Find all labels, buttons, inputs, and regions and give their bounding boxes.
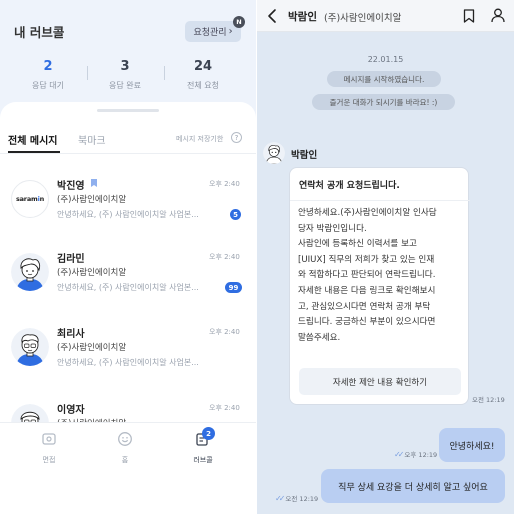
person-avatar — [11, 253, 49, 291]
bubble-title: 연락처 공개 요청드립니다. — [299, 181, 400, 191]
save-period-label: 메시지 저장기한 — [176, 135, 224, 143]
bookmark-flag-icon — [91, 179, 97, 187]
stat-total[interactable]: 24 전체 요청 — [163, 59, 243, 91]
profile-icon[interactable] — [491, 8, 505, 23]
lovecall-inbox-panel: 내 러브콜 요청관리 › N 2 응답 대기 3 응답 완료 24 전체 요청 … — [0, 0, 256, 514]
message-time: 오후 2:40 — [209, 328, 240, 336]
chat-header-name: 박람인 — [288, 11, 317, 23]
nav-interview-label: 면접 — [42, 456, 56, 464]
stat-completed-label: 응답 완료 — [109, 81, 141, 90]
request-manage-label: 요청관리 — [193, 28, 227, 38]
bubble-body: 안녕하세요.(주)사람인에이치알 인사담 당자 박람인입니다. 사람인에 등록하… — [298, 208, 437, 343]
unread-badge: 99 — [225, 282, 242, 293]
nav-home-label: 홈 — [121, 456, 129, 464]
chat-header-company: (주)사람인에이치알 — [324, 13, 402, 24]
message-preview: 안녕하세요, (주) 사람인에이치알 사업본... — [57, 283, 199, 292]
outgoing-message-status: ✓✓ 오전 12:19 — [275, 493, 319, 504]
stat-completed-value: 3 — [120, 59, 130, 74]
stat-total-value: 24 — [193, 59, 213, 74]
help-icon[interactable]: ? — [231, 132, 242, 143]
outgoing-message-bubble: 직무 상세 요강을 더 상세히 알고 싶어요 — [321, 469, 505, 503]
stat-waiting-label: 응답 대기 — [32, 81, 64, 90]
inbox-title: 내 러브콜 — [14, 25, 65, 40]
sender-avatar — [263, 142, 285, 164]
message-time: 오후 2:40 — [209, 180, 240, 188]
view-offer-details-button[interactable]: 자세한 제안 내용 확인하기 — [299, 368, 461, 395]
chat-panel: 박람인 (주)사람인에이치알 22.01.15 메시지를 시작하였습니다. 즐거… — [257, 0, 514, 514]
unread-badge: 5 — [230, 209, 241, 220]
outgoing-message-bubble: 안녕하세요! — [439, 428, 505, 462]
sender-name: 박진영 — [57, 181, 85, 192]
stat-total-label: 전체 요청 — [187, 81, 219, 90]
chevron-right-icon: › — [228, 26, 233, 37]
nav-interview[interactable]: 면접 — [29, 431, 69, 465]
tab-bookmark[interactable]: 북마크 — [78, 132, 106, 147]
chat-header: 박람인 (주)사람인에이치알 — [257, 0, 514, 32]
sender-name: 최리사 — [57, 329, 85, 340]
smile-icon — [118, 432, 132, 446]
company-name: (주)사람인에이치알 — [57, 195, 127, 205]
nav-home[interactable]: 홈 — [105, 431, 145, 465]
incoming-message-bubble: 연락처 공개 요청드립니다. 안녕하세요.(주)사람인에이치알 인사담 당자 박… — [289, 167, 470, 405]
back-arrow-icon[interactable] — [265, 8, 279, 24]
list-item[interactable]: 최리사 오후 2:40 (주)사람인에이치알 안녕하세요, (주) 사람인에이치… — [0, 324, 256, 396]
stat-completed[interactable]: 3 응답 완료 — [85, 59, 165, 91]
outgoing-message-time: 오전 12:19 — [285, 495, 319, 503]
company-name: (주)사람인에이치알 — [57, 268, 127, 278]
company-name: (주)사람인에이치알 — [57, 343, 127, 353]
sender-name: 이영자 — [57, 405, 85, 416]
chat-sender-name: 박람인 — [291, 150, 318, 161]
stat-waiting-value: 2 — [43, 59, 53, 74]
outgoing-message-time: 오후 12:19 — [404, 451, 438, 459]
list-item[interactable]: saramin 박진영 오후 2:40 (주)사람인에이치알 안녕하세요, (주… — [0, 176, 256, 248]
person-avatar — [11, 328, 49, 366]
chat-date: 22.01.15 — [367, 55, 404, 64]
incoming-message-time: 오전 12:19 — [472, 396, 505, 404]
system-message: 즐거운 대화가 되시기를 바라요! :) — [312, 94, 455, 110]
nav-lovecall-label: 러브콜 — [193, 456, 213, 464]
stat-waiting[interactable]: 2 응답 대기 — [8, 59, 88, 91]
bubble-divider — [290, 200, 470, 201]
drag-handle[interactable] — [97, 109, 159, 112]
interview-icon — [42, 433, 56, 445]
saramin-logo: saramin — [11, 180, 49, 218]
message-preview: 안녕하세요, (주) 사람인에이치알 사업본... — [57, 358, 199, 367]
list-item[interactable]: 김라민 오후 2:40 (주)사람인에이치알 안녕하세요, (주) 사람인에이치… — [0, 249, 256, 321]
read-check-icon: ✓✓ — [275, 493, 286, 503]
inbox-header: 내 러브콜 요청관리 › N 2 응답 대기 3 응답 완료 24 전체 요청 — [0, 0, 256, 110]
tab-all-messages[interactable]: 전체 메시지 — [8, 132, 57, 147]
new-badge: N — [233, 16, 245, 28]
outgoing-message-status: ✓✓ 오후 12:19 — [394, 449, 438, 460]
tab-divider — [0, 153, 256, 154]
system-message: 메시지를 시작하였습니다. — [327, 71, 441, 87]
bookmark-icon[interactable] — [463, 9, 475, 23]
bottom-navigation: 면접 홈 러브콜 2 — [0, 422, 256, 514]
lovecall-count-badge: 2 — [202, 427, 215, 440]
message-preview: 안녕하세요, (주) 사람인에이치알 사업본... — [57, 210, 199, 219]
read-check-icon: ✓✓ — [394, 449, 405, 459]
message-time: 오후 2:40 — [209, 404, 240, 412]
message-time: 오후 2:40 — [209, 253, 240, 261]
sender-name: 김라민 — [57, 254, 85, 265]
